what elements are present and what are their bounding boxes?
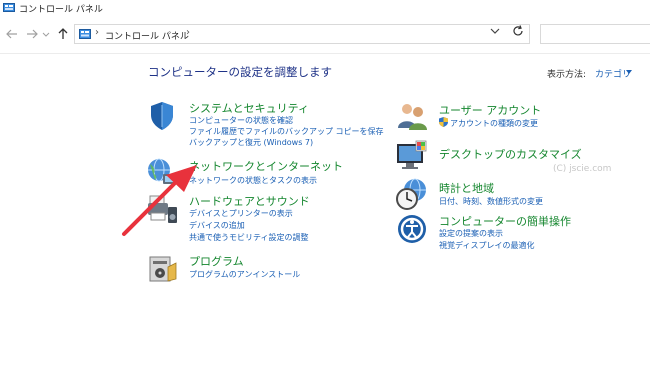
category-hardware-sound: ハードウェアとサウンド デバイスとプリンターの表示 デバイスの追加 共通で使うモ… [146, 193, 386, 243]
programs-icon[interactable] [146, 253, 178, 285]
control-panel-icon [79, 29, 91, 39]
search-input[interactable] [540, 24, 650, 44]
backup-restore-link[interactable]: バックアップと復元 (Windows 7) [189, 137, 313, 148]
breadcrumb-separator[interactable]: › [95, 27, 99, 38]
network-globe-icon[interactable] [146, 156, 178, 188]
programs-title[interactable]: プログラム [189, 253, 244, 269]
network-internet-title[interactable]: ネットワークとインターネット [189, 158, 343, 174]
breadcrumb-control-panel[interactable]: コントロール パネル [105, 29, 189, 42]
uac-shield-icon [439, 117, 448, 127]
printer-speaker-icon[interactable] [146, 193, 178, 225]
category-programs: プログラム プログラムのアンインストール [146, 253, 386, 285]
page-title: コンピューターの設定を調整します [148, 65, 332, 79]
change-date-time-format-link[interactable]: 日付、時刻、数値形式の変更 [439, 196, 543, 207]
view-by-label: 表示方法: [547, 70, 587, 80]
address-history-chevron-icon[interactable] [489, 26, 501, 36]
address-bar[interactable]: › コントロール パネル › [74, 24, 530, 44]
check-computer-status-link[interactable]: コンピューターの状態を確認 [189, 115, 293, 126]
chevron-down-icon[interactable] [626, 70, 632, 74]
uninstall-program-link[interactable]: プログラムのアンインストール [189, 269, 300, 280]
breadcrumb-separator[interactable]: › [186, 27, 190, 38]
add-device-link[interactable]: デバイスの追加 [189, 220, 245, 231]
shield-icon[interactable] [146, 100, 178, 132]
category-ease-of-access: コンピューターの簡単操作 設定の提案の表示 視覚ディスプレイの最適化 [396, 213, 626, 253]
mobility-settings-link[interactable]: 共通で使うモビリティ設定の調整 [189, 232, 309, 243]
network-status-link[interactable]: ネットワークの状態とタスクの表示 [189, 175, 317, 186]
ease-of-access-title[interactable]: コンピューターの簡単操作 [439, 213, 571, 229]
ease-of-access-icon[interactable] [396, 213, 428, 245]
optimize-visual-display-link[interactable]: 視覚ディスプレイの最適化 [439, 240, 534, 251]
recent-locations-chevron-icon[interactable] [42, 27, 50, 41]
control-panel-icon [3, 3, 15, 12]
clock-region-title[interactable]: 時計と地域 [439, 180, 494, 196]
category-system-security: システムとセキュリティ コンピューターの状態を確認 ファイル履歴でファイルのバッ… [146, 100, 386, 150]
category-user-accounts: ユーザー アカウント アカウントの種類の変更 [396, 100, 626, 132]
system-security-title[interactable]: システムとセキュリティ [189, 100, 309, 116]
clock-globe-icon[interactable] [396, 178, 428, 210]
devices-printers-link[interactable]: デバイスとプリンターの表示 [189, 208, 293, 219]
refresh-icon[interactable] [511, 24, 525, 38]
desktop-customization-title[interactable]: デスクトップのカスタマイズ [439, 146, 582, 162]
hardware-sound-title[interactable]: ハードウェアとサウンド [189, 193, 310, 209]
title-bar: コントロール パネル [0, 0, 650, 16]
watermark: (C) jscie.com [553, 164, 612, 174]
settings-suggestions-link[interactable]: 設定の提案の表示 [439, 228, 503, 239]
back-arrow-icon[interactable] [5, 27, 19, 41]
category-clock-region: 時計と地域 日付、時刻、数値形式の変更 [396, 178, 626, 212]
up-arrow-icon[interactable] [56, 27, 70, 41]
window-title: コントロール パネル [19, 5, 103, 15]
forward-arrow-icon[interactable] [25, 27, 39, 41]
user-accounts-title[interactable]: ユーザー アカウント [439, 102, 541, 118]
file-history-backup-link[interactable]: ファイル履歴でファイルのバックアップ コピーを保存 [189, 126, 384, 137]
users-icon[interactable] [396, 100, 428, 132]
category-network-internet: ネットワークとインターネット ネットワークの状態とタスクの表示 [146, 156, 386, 188]
change-account-type-link[interactable]: アカウントの種類の変更 [450, 118, 538, 129]
desktop-monitor-icon[interactable] [396, 140, 428, 172]
